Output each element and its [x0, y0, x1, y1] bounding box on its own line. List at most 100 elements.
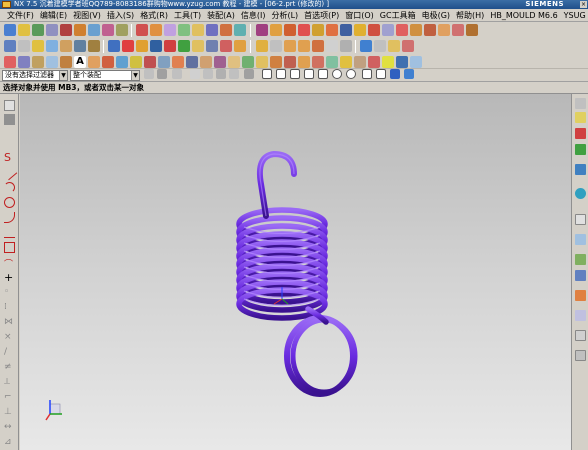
trim-body-icon[interactable]	[256, 24, 268, 36]
assembly-navigator-icon[interactable]	[575, 112, 586, 123]
menu-edit[interactable]: 编辑(E)	[40, 10, 67, 21]
constraint-icon[interactable]: ⊥	[4, 407, 15, 418]
menu-insert[interactable]: 插入(S)	[107, 10, 134, 21]
snap-endpoint-icon[interactable]	[262, 69, 272, 79]
smooth-curve-icon[interactable]	[284, 56, 296, 68]
snap-control-point-icon[interactable]	[318, 69, 328, 79]
rectangle-icon[interactable]	[60, 56, 72, 68]
roles-icon[interactable]	[575, 290, 586, 301]
history-icon[interactable]	[575, 214, 586, 225]
snap-midpoint-icon[interactable]	[290, 69, 300, 79]
menu-analysis[interactable]: 分析(L)	[271, 10, 298, 21]
internet-explorer-icon[interactable]	[575, 188, 586, 199]
show-hide-icon[interactable]	[192, 40, 204, 52]
type-filter-dropdown[interactable]: 没有选择过滤器 ▼	[2, 70, 68, 81]
menu-view[interactable]: 视图(V)	[73, 10, 101, 21]
pull-face-icon[interactable]	[396, 24, 408, 36]
extract-curve-icon[interactable]	[228, 56, 240, 68]
blue-solid-icon[interactable]	[108, 40, 120, 52]
revolve-icon[interactable]	[60, 24, 72, 36]
filter-icon[interactable]	[144, 69, 154, 79]
sew-icon[interactable]	[284, 24, 296, 36]
snap-arc-center-icon[interactable]	[332, 69, 342, 79]
pad-icon[interactable]	[102, 24, 114, 36]
spline-icon[interactable]	[102, 56, 114, 68]
hole-icon[interactable]	[74, 24, 86, 36]
new-file-icon[interactable]	[4, 24, 16, 36]
shade-icon[interactable]	[136, 40, 148, 52]
curve-on-surface-icon[interactable]	[340, 56, 352, 68]
draft-icon[interactable]	[178, 24, 190, 36]
sketch-finish-icon[interactable]	[4, 100, 15, 111]
chevron-down-icon[interactable]: ▼	[131, 71, 139, 80]
light-icon[interactable]	[388, 40, 400, 52]
fit-icon[interactable]	[270, 40, 282, 52]
invert-icon[interactable]	[206, 40, 218, 52]
cube-view-icon[interactable]	[360, 40, 372, 52]
section-curve-icon[interactable]	[256, 56, 268, 68]
split-body-icon[interactable]	[270, 24, 282, 36]
shell-icon[interactable]	[164, 24, 176, 36]
label-chamfer-icon[interactable]	[452, 24, 464, 36]
menu-tools[interactable]: 工具(T)	[174, 10, 201, 21]
offset-face-icon[interactable]	[298, 24, 310, 36]
helix-icon[interactable]	[88, 56, 100, 68]
point-icon[interactable]: +	[4, 272, 15, 283]
law-curve-icon[interactable]	[382, 56, 394, 68]
snap-quadrant-icon[interactable]	[346, 69, 356, 79]
profile-icon[interactable]: S	[4, 152, 15, 163]
unite-icon[interactable]	[220, 24, 232, 36]
trim-icon[interactable]: ≠	[4, 362, 15, 373]
cube-feature-icon[interactable]	[410, 56, 422, 68]
edit-section-icon[interactable]	[164, 40, 176, 52]
snap-pole-icon[interactable]	[390, 69, 400, 79]
line-icon[interactable]	[18, 56, 30, 68]
edge-blend-icon[interactable]	[136, 24, 148, 36]
reuse-library-icon[interactable]	[575, 164, 586, 175]
replace-face-icon[interactable]	[354, 24, 366, 36]
point-set-icon[interactable]	[60, 40, 72, 52]
project-curve-icon[interactable]	[88, 40, 100, 52]
extrude-icon[interactable]	[46, 24, 58, 36]
menu-help[interactable]: 帮助(H)	[456, 10, 484, 21]
zoom-icon[interactable]	[284, 40, 296, 52]
perspective-icon[interactable]	[326, 40, 338, 52]
palette-icon[interactable]	[575, 330, 586, 341]
move-face-icon[interactable]	[340, 24, 352, 36]
auto-constraint-icon[interactable]: ⊿	[4, 437, 15, 448]
intersection-curve-icon[interactable]	[242, 56, 254, 68]
scale-body-icon[interactable]	[326, 24, 338, 36]
line-icon[interactable]	[1, 164, 18, 181]
menu-assemblies[interactable]: 装配(A)	[207, 10, 235, 21]
measure-distance-icon[interactable]	[220, 40, 232, 52]
offset-in-face-icon[interactable]	[326, 56, 338, 68]
wireframe-icon[interactable]	[150, 40, 162, 52]
isoparametric-icon[interactable]	[214, 56, 226, 68]
snap-line-icon[interactable]	[276, 69, 286, 79]
constrain-face-icon[interactable]	[424, 24, 436, 36]
divide-curve-icon[interactable]	[172, 56, 184, 68]
datum-plane-icon[interactable]	[4, 40, 16, 52]
resize-blend-icon[interactable]	[382, 24, 394, 36]
restore-icon[interactable]	[340, 40, 352, 52]
make-corner-icon[interactable]: ⌐	[4, 392, 15, 403]
chamfer-icon[interactable]	[150, 24, 162, 36]
groove-icon[interactable]	[116, 24, 128, 36]
menu-window[interactable]: 窗口(O)	[345, 10, 374, 21]
text-icon[interactable]: A	[74, 56, 86, 68]
circle-icon[interactable]	[4, 197, 15, 208]
copy-face-icon[interactable]	[466, 24, 478, 36]
menu-ysug[interactable]: YSUG	[564, 11, 586, 20]
arc-icon[interactable]	[4, 182, 15, 193]
measure-angle-icon[interactable]	[234, 40, 246, 52]
process-studio-icon[interactable]	[575, 254, 586, 265]
orient-view-icon[interactable]	[256, 40, 268, 52]
graphics-window[interactable]	[20, 94, 571, 450]
edit-curve-icon[interactable]	[312, 56, 324, 68]
dropdown-view-icon[interactable]	[374, 40, 386, 52]
extend-icon[interactable]: ⟂	[4, 377, 15, 388]
menu-information[interactable]: 信息(I)	[241, 10, 266, 21]
trim-curve-icon[interactable]	[144, 56, 156, 68]
point-icon[interactable]	[46, 40, 58, 52]
menu-format[interactable]: 格式(R)	[140, 10, 168, 21]
